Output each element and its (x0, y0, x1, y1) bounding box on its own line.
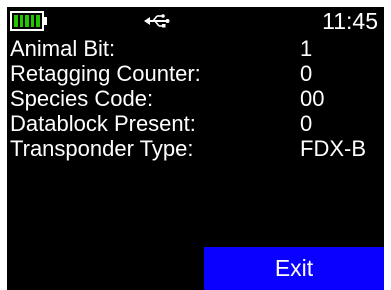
field-value: 1 (300, 36, 313, 61)
field-label: Transponder Type: (10, 136, 194, 161)
battery-tip (44, 17, 47, 25)
battery-bar (14, 15, 18, 27)
field-row-transponder-type: Transponder Type: FDX-B (10, 136, 382, 161)
field-row-species-code: Species Code: 00 (10, 86, 382, 111)
field-label: Species Code: (10, 86, 154, 111)
exit-button[interactable]: Exit (204, 247, 384, 290)
field-value: 00 (300, 86, 325, 111)
device-screen: 11:45 Animal Bit: 1 Retagging Counter: 0… (7, 7, 384, 290)
field-row-animal-bit: Animal Bit: 1 (10, 36, 382, 61)
clock: 11:45 (322, 8, 378, 34)
battery-bar (19, 15, 24, 27)
battery-bar (36, 15, 40, 27)
field-value: 0 (300, 111, 313, 136)
field-row-retagging-counter: Retagging Counter: 0 (10, 61, 382, 86)
field-label: Datablock Present: (10, 111, 196, 136)
battery-bar (30, 15, 35, 27)
field-value: FDX-B (300, 136, 366, 161)
battery-bar (25, 15, 29, 27)
field-value: 0 (300, 61, 313, 86)
field-label: Animal Bit: (10, 36, 116, 61)
battery-icon (10, 11, 44, 31)
transponder-info-list: Animal Bit: 1 Retagging Counter: 0 Speci… (10, 36, 382, 161)
usb-icon (144, 14, 170, 28)
field-label: Retagging Counter: (10, 61, 201, 86)
field-row-datablock-present: Datablock Present: 0 (10, 111, 382, 136)
